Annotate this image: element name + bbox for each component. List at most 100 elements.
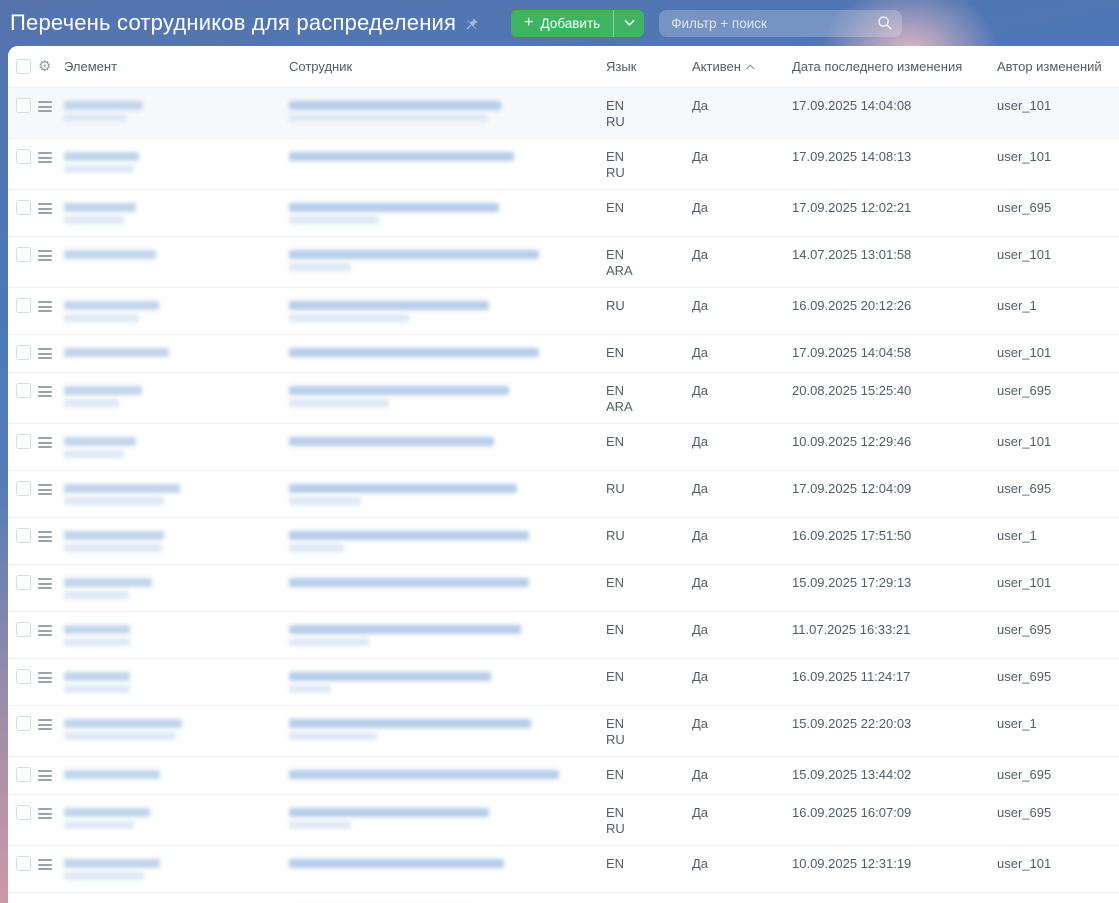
element-link[interactable] <box>64 98 289 126</box>
filter-search-box[interactable] <box>659 9 903 37</box>
element-link[interactable] <box>64 528 289 556</box>
author-cell: user_101 <box>997 434 1052 449</box>
element-link[interactable] <box>64 716 289 744</box>
language-cell: EN <box>606 669 692 685</box>
row-menu-icon[interactable] <box>38 625 52 636</box>
row-checkbox[interactable] <box>15 247 31 262</box>
row-checkbox[interactable] <box>15 383 31 398</box>
column-header-date[interactable]: Дата последнего изменения <box>792 59 997 74</box>
table-row: RU Да 17.09.2025 14:09:08 user_695 <box>8 893 1119 903</box>
date-cell: 16.09.2025 11:24:17 <box>792 669 911 684</box>
active-cell: Да <box>692 767 709 782</box>
row-checkbox[interactable] <box>15 345 31 360</box>
redacted-text <box>289 114 487 122</box>
column-header-author[interactable]: Автор изменений <box>997 59 1119 74</box>
gear-icon[interactable]: ⚙ <box>38 57 51 75</box>
employee-cell <box>289 298 606 326</box>
row-checkbox[interactable] <box>15 149 31 164</box>
row-menu-icon[interactable] <box>38 859 52 870</box>
redacted-text <box>64 770 160 779</box>
row-menu-icon[interactable] <box>38 250 52 261</box>
element-link[interactable] <box>64 575 289 603</box>
row-checkbox[interactable] <box>15 200 31 215</box>
table-row: EN Да 11.07.2025 16:33:21 user_695 <box>8 612 1119 659</box>
row-checkbox[interactable] <box>15 481 31 496</box>
pin-icon[interactable] <box>465 17 479 34</box>
employee-cell <box>289 856 606 872</box>
language-cell: EN RU <box>606 805 692 837</box>
author-cell: user_695 <box>997 767 1052 782</box>
column-header-language[interactable]: Язык <box>606 59 692 74</box>
row-menu-icon[interactable] <box>38 578 52 589</box>
add-button[interactable]: + Добавить <box>511 10 613 37</box>
redacted-text <box>289 263 351 271</box>
element-link[interactable] <box>64 856 289 884</box>
row-menu-icon[interactable] <box>38 672 52 683</box>
element-link[interactable] <box>64 481 289 509</box>
element-link[interactable] <box>64 383 289 411</box>
employee-cell <box>289 716 606 744</box>
active-cell: Да <box>692 200 709 215</box>
search-input[interactable] <box>671 15 878 31</box>
row-menu-icon[interactable] <box>38 101 52 112</box>
language-value: ARA <box>606 399 633 414</box>
row-checkbox[interactable] <box>15 856 31 871</box>
row-checkbox[interactable] <box>15 528 31 543</box>
redacted-text <box>64 732 176 740</box>
element-link[interactable] <box>64 247 289 263</box>
element-link[interactable] <box>64 345 289 361</box>
active-cell: Да <box>692 481 709 496</box>
language-value: RU <box>606 165 625 180</box>
date-cell: 16.09.2025 16:07:09 <box>792 805 912 820</box>
row-checkbox[interactable] <box>15 622 31 637</box>
element-link[interactable] <box>64 805 289 833</box>
row-menu-icon[interactable] <box>38 531 52 542</box>
language-value: RU <box>606 298 625 313</box>
language-cell: EN <box>606 200 692 216</box>
column-header-element[interactable]: Элемент <box>64 59 289 74</box>
row-menu-icon[interactable] <box>38 348 52 359</box>
redacted-text <box>64 719 182 728</box>
redacted-text <box>289 821 351 829</box>
row-checkbox[interactable] <box>15 669 31 684</box>
element-link[interactable] <box>64 149 289 177</box>
row-checkbox[interactable] <box>15 805 31 820</box>
column-header-active[interactable]: Активен <box>692 59 792 74</box>
row-menu-icon[interactable] <box>38 808 52 819</box>
active-cell: Да <box>692 149 709 164</box>
element-link[interactable] <box>64 622 289 650</box>
row-menu-icon[interactable] <box>38 203 52 214</box>
select-all-checkbox[interactable] <box>15 59 31 74</box>
date-cell: 17.09.2025 14:08:13 <box>792 149 912 164</box>
language-value: EN <box>606 98 625 113</box>
row-menu-icon[interactable] <box>38 152 52 163</box>
row-checkbox[interactable] <box>15 716 31 731</box>
element-link[interactable] <box>64 669 289 697</box>
redacted-text <box>64 672 130 681</box>
active-cell: Да <box>692 298 709 313</box>
redacted-text <box>289 625 521 634</box>
row-menu-icon[interactable] <box>38 484 52 495</box>
row-menu-icon[interactable] <box>38 437 52 448</box>
element-link[interactable] <box>64 298 289 326</box>
date-cell: 15.09.2025 17:29:13 <box>792 575 912 590</box>
column-header-employee[interactable]: Сотрудник <box>289 59 606 74</box>
element-link[interactable] <box>64 200 289 228</box>
language-cell: RU <box>606 481 692 497</box>
row-checkbox[interactable] <box>15 575 31 590</box>
element-link[interactable] <box>64 767 289 783</box>
row-checkbox[interactable] <box>15 298 31 313</box>
redacted-text <box>289 578 529 587</box>
element-link[interactable] <box>64 434 289 462</box>
row-menu-icon[interactable] <box>38 386 52 397</box>
row-checkbox[interactable] <box>15 98 31 113</box>
language-value: EN <box>606 767 625 782</box>
row-menu-icon[interactable] <box>38 301 52 312</box>
add-dropdown-button[interactable] <box>613 9 644 37</box>
row-menu-icon[interactable] <box>38 770 52 781</box>
row-checkbox[interactable] <box>15 434 31 449</box>
row-menu-icon[interactable] <box>38 719 52 730</box>
redacted-text <box>64 348 169 357</box>
date-cell: 14.07.2025 13:01:58 <box>792 247 912 262</box>
row-checkbox[interactable] <box>15 767 31 782</box>
